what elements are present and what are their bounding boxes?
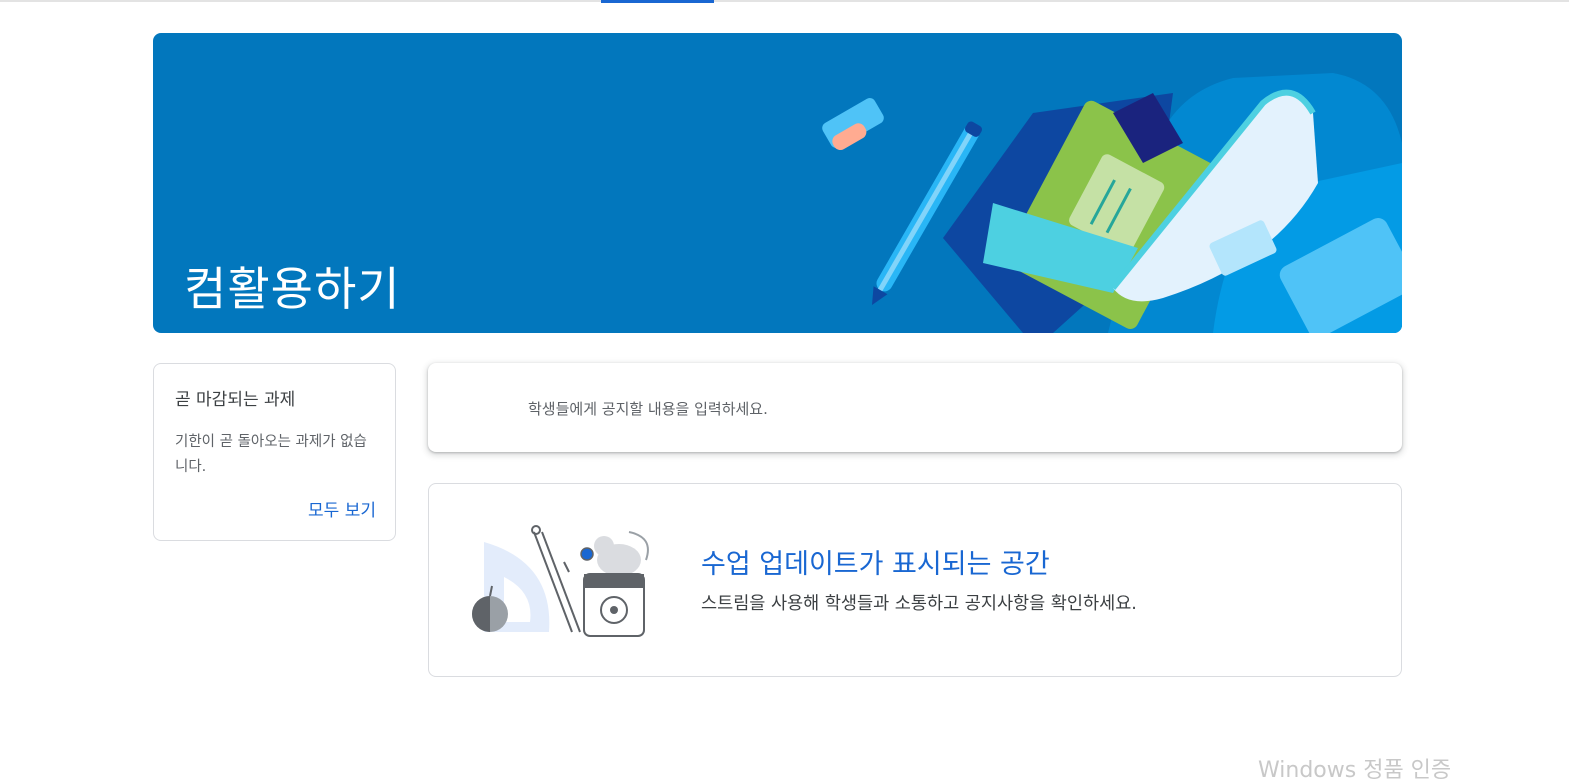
avatar [466, 385, 506, 425]
windows-activation-watermark: Windows 정품 인증 [1258, 758, 1452, 783]
stream-heading: 수업 업데이트가 표시되는 공간 [701, 549, 1050, 580]
stream-empty-state: 수업 업데이트가 표시되는 공간 스트림을 사용해 학생들과 소통하고 공지사항… [428, 483, 1402, 677]
upcoming-card: 곧 마감되는 과제 기한이 곧 돌아오는 과제가 없습니다. 모두 보기 [153, 363, 396, 541]
top-divider [0, 0, 1569, 2]
upcoming-empty-text: 기한이 곧 돌아오는 과제가 없습니다. [175, 434, 367, 475]
upcoming-title: 곧 마감되는 과제 [175, 390, 296, 410]
announcement-placeholder[interactable]: 학생들에게 공지할 내용을 입력하세요. [528, 398, 768, 419]
class-banner: 컴활용하기 [153, 33, 1402, 333]
announcement-composer[interactable]: 학생들에게 공지할 내용을 입력하세요. [428, 363, 1402, 452]
active-tab-indicator [601, 0, 714, 3]
class-title: 컴활용하기 [184, 262, 401, 316]
stream-empty-illustration [472, 525, 649, 637]
view-all-link[interactable]: 모두 보기 [308, 496, 376, 521]
stream-description: 스트림을 사용해 학생들과 소통하고 공지사항을 확인하세요. [701, 594, 1137, 614]
